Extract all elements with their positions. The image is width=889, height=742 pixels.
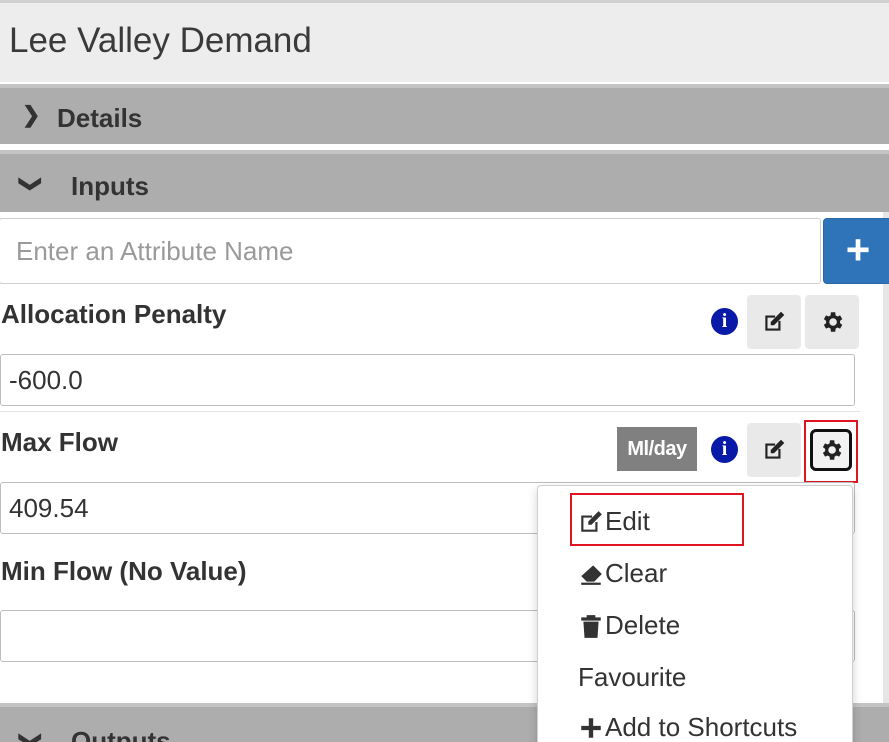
section-label-inputs: Inputs <box>71 171 149 201</box>
unit-badge: Ml/day <box>617 427 697 471</box>
menu-item-label: Add to Shortcuts <box>605 712 798 742</box>
eraser-icon <box>581 564 602 585</box>
chevron-right-icon: ❯ <box>22 102 41 127</box>
trash-icon <box>581 614 601 638</box>
add-attribute-button[interactable]: + <box>823 218 889 284</box>
menu-item-label: Clear <box>605 558 668 588</box>
chevron-down-icon: ❯ <box>19 730 45 742</box>
allocation-penalty-field[interactable] <box>0 354 855 406</box>
edit-attribute-button[interactable] <box>747 295 801 349</box>
page-title: Lee Valley Demand <box>9 21 312 60</box>
section-label-details: Details <box>57 103 143 133</box>
attribute-label-max-flow: Max Flow <box>1 427 119 457</box>
attribute-label-min-flow: Min Flow (No Value) <box>1 556 247 586</box>
highlight-box-settings <box>804 420 858 483</box>
highlight-box-edit <box>570 493 744 546</box>
menu-item-label: Delete <box>605 610 681 640</box>
info-icon[interactable]: i <box>711 436 738 463</box>
section-header-details[interactable]: ❯ Details <box>0 84 889 144</box>
menu-item-clear[interactable]: Clear <box>578 558 667 589</box>
divider <box>0 411 860 412</box>
section-header-inputs[interactable]: ❯ Inputs <box>0 150 889 212</box>
info-icon[interactable]: i <box>711 308 738 335</box>
chevron-down-icon: ❯ <box>19 174 45 194</box>
edit-icon <box>765 311 785 331</box>
title-bar: Lee Valley Demand <box>0 0 889 82</box>
menu-item-add-to-shortcuts[interactable]: Add to Shortcuts <box>578 712 797 742</box>
plus-icon <box>581 717 601 738</box>
attribute-search-input[interactable] <box>0 218 821 284</box>
settings-button[interactable] <box>805 295 859 349</box>
menu-item-label: Favourite <box>578 662 687 692</box>
scrollbar-track[interactable] <box>883 212 889 703</box>
gear-icon <box>823 312 843 332</box>
edit-attribute-button[interactable] <box>747 423 801 477</box>
menu-item-favourite[interactable]: Favourite <box>578 662 686 693</box>
menu-item-delete[interactable]: Delete <box>578 610 680 641</box>
edit-icon <box>765 439 785 459</box>
attribute-label-allocation-penalty: Allocation Penalty <box>1 299 227 329</box>
section-label-outputs: Outputs <box>71 726 171 742</box>
